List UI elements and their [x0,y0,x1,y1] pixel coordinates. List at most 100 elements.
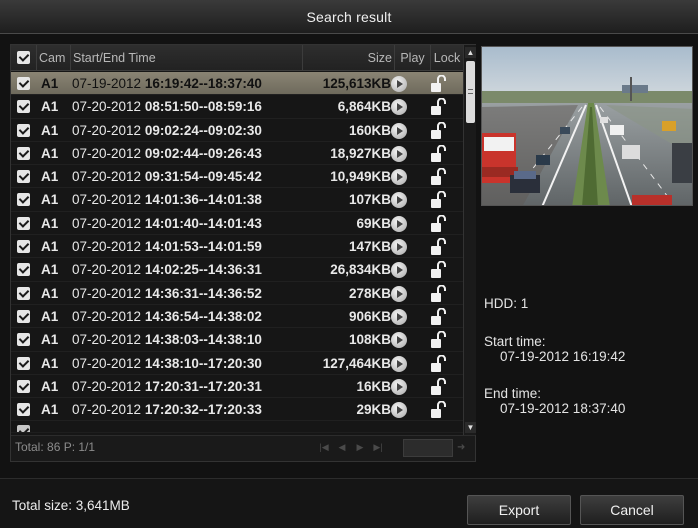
row-checkbox[interactable] [17,216,30,230]
play-icon[interactable] [391,262,407,279]
row-play[interactable] [391,99,407,116]
row-lock[interactable] [429,377,447,396]
play-icon[interactable] [391,76,407,92]
unlock-icon[interactable] [429,98,447,116]
row-play[interactable] [391,378,407,395]
go-page-icon[interactable]: ➜ [457,440,471,456]
row-lock[interactable] [429,331,447,349]
unlock-icon[interactable] [429,121,447,140]
play-icon[interactable] [391,99,407,116]
row-play[interactable] [391,308,407,325]
play-icon[interactable] [391,332,407,349]
play-icon[interactable] [391,239,407,256]
row-checkbox[interactable] [17,309,30,323]
table-row[interactable]: A1 07-20-2012 14:01:53--14:01:59 147KB [11,235,463,259]
table-row[interactable]: A1 07-20-2012 14:36:54--14:38:02 906KB [11,305,463,329]
table-row[interactable]: A1 07-20-2012 14:36:31--14:36:52 278KB [11,282,463,305]
play-icon[interactable] [391,122,407,139]
row-checkbox[interactable] [17,263,30,277]
table-row[interactable]: A1 07-20-2012 14:38:10--17:20:30 127,464KB [11,352,463,375]
unlock-icon[interactable] [429,284,447,303]
unlock-icon[interactable] [429,238,447,256]
row-play[interactable] [391,332,407,349]
row-lock[interactable] [429,98,447,116]
row-checkbox[interactable] [17,379,30,393]
first-page-icon[interactable]: |◀ [317,441,331,453]
table-row[interactable]: A1 07-20-2012 17:20:31--17:20:31 16KB [11,375,463,399]
row-play[interactable] [391,192,407,209]
row-lock[interactable] [429,238,447,256]
row-play[interactable] [391,285,407,302]
header-time[interactable]: Start/End Time [71,45,303,71]
play-icon[interactable] [391,378,407,395]
table-row[interactable]: A1 07-20-2012 08:51:50--08:59:16 6,864KB [11,95,463,119]
play-icon[interactable] [391,355,407,372]
row-play[interactable] [391,169,407,186]
row-play[interactable] [391,239,407,256]
row-lock[interactable] [429,191,447,209]
table-row-partial[interactable] [11,421,463,434]
row-checkbox[interactable] [17,100,30,114]
unlock-icon[interactable] [429,144,447,163]
row-lock[interactable] [429,261,447,279]
row-checkbox[interactable] [17,77,30,90]
row-lock[interactable] [429,307,447,326]
row-lock[interactable] [429,214,447,233]
row-play[interactable] [391,122,407,139]
page-number-input[interactable] [403,439,453,457]
play-icon[interactable] [391,215,407,232]
row-checkbox[interactable] [17,425,30,433]
unlock-icon[interactable] [429,331,447,349]
unlock-icon[interactable] [429,261,447,279]
select-all-checkbox[interactable] [17,51,30,65]
header-size[interactable]: Size [303,45,395,71]
row-checkbox[interactable] [17,170,30,184]
row-checkbox[interactable] [17,403,30,417]
row-checkbox[interactable] [17,333,30,347]
play-icon[interactable] [391,192,407,209]
play-icon[interactable] [391,169,407,186]
row-lock[interactable] [429,401,447,419]
play-icon[interactable] [391,402,407,419]
unlock-icon[interactable] [429,354,447,373]
row-lock[interactable] [429,75,447,93]
play-icon[interactable] [391,145,407,162]
header-cam[interactable]: Cam [37,45,71,71]
next-page-icon[interactable]: ▶ [353,441,367,453]
table-row[interactable]: A1 07-20-2012 14:01:36--14:01:38 107KB [11,188,463,212]
play-icon[interactable] [391,308,407,325]
last-page-icon[interactable]: ▶| [371,441,385,453]
scroll-thumb[interactable] [466,61,475,123]
unlock-icon[interactable] [429,401,447,419]
cancel-button[interactable]: Cancel [580,495,684,525]
row-checkbox[interactable] [17,123,30,137]
row-checkbox[interactable] [17,146,30,160]
unlock-icon[interactable] [429,191,447,209]
prev-page-icon[interactable]: ◀ [335,441,349,453]
row-lock[interactable] [429,168,447,186]
row-lock[interactable] [429,121,447,140]
table-row[interactable]: A1 07-20-2012 17:20:32--17:20:33 29KB [11,398,463,422]
table-row[interactable]: A1 07-20-2012 14:38:03--14:38:10 108KB [11,328,463,352]
table-row[interactable]: A1 07-20-2012 09:31:54--09:45:42 10,949KB [11,165,463,189]
row-lock[interactable] [429,284,447,303]
row-play[interactable] [391,145,407,162]
row-play[interactable] [391,76,407,92]
table-row[interactable]: A1 07-20-2012 09:02:44--09:26:43 18,927KB [11,142,463,166]
list-scrollbar[interactable]: ▲ ▼ [463,45,476,435]
table-row[interactable]: A1 07-20-2012 09:02:24--09:02:30 160KB [11,119,463,142]
unlock-icon[interactable] [429,307,447,326]
unlock-icon[interactable] [429,214,447,233]
unlock-icon[interactable] [429,168,447,186]
table-row[interactable]: A1 07-20-2012 14:01:40--14:01:43 69KB [11,212,463,236]
table-row[interactable]: A1 07-19-2012 16:19:42--18:37:40 125,613KB [11,72,463,96]
unlock-icon[interactable] [429,377,447,396]
table-row[interactable]: A1 07-20-2012 14:02:25--14:36:31 26,834KB [11,258,463,282]
row-play[interactable] [391,262,407,279]
row-play[interactable] [391,355,407,372]
row-play[interactable] [391,215,407,232]
unlock-icon[interactable] [429,75,447,93]
row-checkbox[interactable] [17,356,30,370]
row-lock[interactable] [429,144,447,163]
scroll-down-icon[interactable]: ▼ [465,422,476,433]
